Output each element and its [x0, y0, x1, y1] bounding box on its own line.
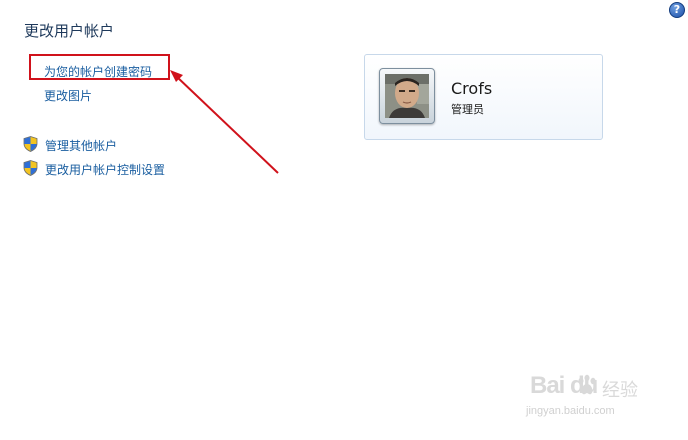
- page-title: 更改用户帐户: [24, 22, 115, 40]
- manage-other-accounts-link[interactable]: 管理其他帐户: [45, 137, 117, 154]
- watermark-url: jingyan.baidu.com: [526, 405, 615, 417]
- avatar-photo: [385, 74, 429, 118]
- uac-shield-icon: [23, 136, 38, 152]
- baidu-paw-icon: [578, 374, 596, 395]
- change-picture-link[interactable]: 更改图片: [44, 87, 92, 104]
- baidu-jingyan-watermark: Bai du 经验 jingyan.baidu.com: [526, 372, 660, 432]
- watermark-text: 经验: [602, 380, 638, 401]
- annotation-highlight-box: [29, 54, 170, 80]
- user-name: Crofs: [451, 79, 493, 98]
- help-icon[interactable]: ?: [669, 2, 685, 18]
- user-role: 管理员: [451, 103, 484, 116]
- avatar[interactable]: [379, 68, 435, 124]
- uac-shield-icon: [23, 160, 38, 176]
- change-uac-settings-link[interactable]: 更改用户帐户控制设置: [45, 161, 165, 178]
- user-account-card: Crofs 管理员: [364, 54, 603, 140]
